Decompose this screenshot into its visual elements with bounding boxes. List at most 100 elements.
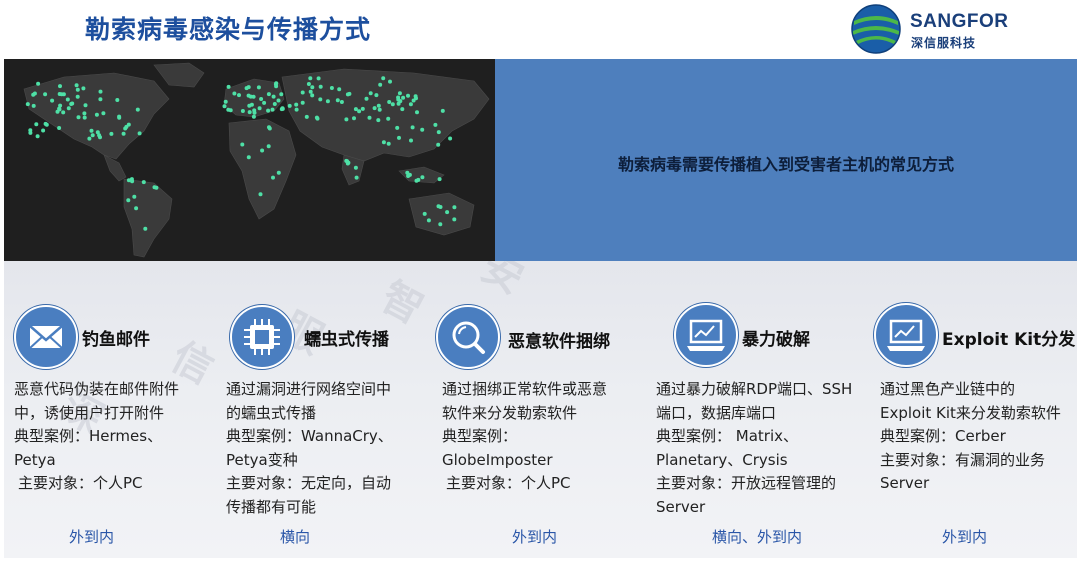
infection-dot [344, 117, 349, 122]
infection-dot [87, 136, 92, 141]
infection-dot [316, 76, 321, 81]
desc-line: Petya [14, 450, 56, 469]
infection-dot [98, 135, 102, 140]
infection-dot [381, 76, 386, 81]
infection-dot [240, 109, 245, 113]
infection-dot [121, 131, 126, 136]
method-title: 蠕虫式传播 [304, 330, 389, 350]
desc-line: 典型案例： [442, 427, 518, 445]
monitor-chart-icon [674, 303, 738, 367]
method-title: 恶意软件捆绑 [508, 332, 610, 352]
desc-line: Server [880, 474, 930, 492]
infection-dot [246, 93, 251, 98]
intro-panel: 勒索病毒需要传播植入到受害者主机的常见方式 [495, 59, 1077, 261]
method-description: 通过暴力破解RDP端口、SSH 端口，数据库端口 典型案例： Matrix、 P… [656, 378, 871, 519]
infection-dot [440, 108, 445, 113]
infection-dot [82, 111, 87, 116]
infection-dot [267, 126, 272, 131]
desc-line: 典型案例：Hermes、 [14, 427, 163, 445]
desc-line: 典型案例：WannaCry、 [226, 427, 393, 445]
infection-dot [83, 103, 88, 108]
infection-dot [396, 95, 401, 100]
infection-dot [347, 91, 352, 96]
infection-dot [420, 127, 425, 132]
desc-line: 恶意代码伪装在邮件附件 [14, 380, 180, 398]
infection-dot [223, 99, 228, 104]
infection-dot [90, 133, 95, 138]
infection-dot [433, 122, 438, 127]
monitor-chart-icon [874, 303, 938, 367]
infection-dot [222, 104, 227, 109]
infection-dot [413, 94, 418, 99]
desc-line: Planetary、Crysis [656, 450, 788, 469]
magnifier-icon [436, 305, 500, 369]
infection-dot [436, 142, 441, 147]
infection-dot [354, 175, 359, 180]
infection-dot [353, 165, 358, 170]
infection-dot [270, 107, 275, 112]
infection-dot [386, 116, 391, 121]
infection-dot [237, 93, 241, 98]
infection-dot [135, 107, 140, 112]
infection-dot [386, 141, 391, 146]
infection-dot [66, 106, 71, 111]
method-title: 暴力破解 [742, 330, 810, 350]
infection-dot [58, 103, 63, 108]
infection-dot [436, 204, 441, 209]
infection-dot [32, 91, 37, 96]
infection-dot [251, 114, 256, 119]
infection-dot [50, 98, 55, 103]
world-map [4, 59, 495, 261]
infection-dot [436, 130, 441, 135]
infection-dot [409, 138, 413, 143]
infection-dot [406, 93, 410, 98]
infection-dot [376, 103, 381, 108]
infection-dot [401, 95, 406, 100]
infection-dot [117, 115, 122, 120]
infection-dot [300, 100, 305, 105]
infection-dot [70, 101, 75, 106]
infection-dot [94, 112, 99, 117]
infection-dot [124, 124, 129, 129]
intro-text: 勒索病毒需要传播植入到受害者主机的常见方式 [617, 155, 954, 174]
desc-line: 中，诱使用户打开附件 [14, 403, 165, 422]
infection-dot [271, 175, 275, 180]
method-description: 通过捆绑正常软件或恶意 软件来分发勒索软件 典型案例： GlobeImposte… [442, 378, 657, 496]
infection-dot [397, 91, 402, 96]
direction-label: 横向、外到内 [712, 528, 803, 546]
infection-dot [314, 115, 319, 120]
infection-dot [304, 114, 309, 119]
infection-dot [115, 98, 120, 102]
globe-logo-icon [851, 4, 901, 54]
infection-dot [141, 180, 146, 185]
infection-dot [406, 174, 411, 178]
method-description: 通过漏洞进行网络空间中 的蠕虫式传播 典型案例：WannaCry、 Petya变… [226, 378, 441, 519]
infection-dot [59, 92, 64, 97]
direction-label: 外到内 [69, 528, 115, 546]
desc-line: 软件来分发勒索软件 [442, 403, 578, 422]
infection-dot [452, 217, 457, 222]
infection-dot [271, 94, 276, 99]
infection-dot [445, 210, 450, 215]
logo-subtitle: 深信服科技 [911, 36, 977, 50]
infection-dot [388, 79, 392, 84]
infection-dot [335, 98, 340, 103]
infection-dot [415, 110, 419, 115]
infection-dot [34, 122, 39, 127]
infection-dot [266, 92, 271, 97]
direction-label: 外到内 [512, 528, 558, 546]
infection-dot [246, 85, 251, 90]
infection-dot [378, 82, 383, 87]
infection-dot [259, 97, 264, 101]
infection-dot [276, 98, 281, 103]
infection-dot [287, 103, 292, 108]
infection-dot [376, 118, 381, 123]
infection-dot [395, 125, 400, 130]
infection-dot [329, 86, 334, 90]
infection-dot [43, 92, 48, 97]
infection-dot [76, 115, 81, 120]
desc-line: 典型案例： Matrix、 [656, 427, 798, 445]
infection-dot [308, 89, 313, 94]
infection-dot [262, 100, 267, 105]
infection-dot [129, 177, 134, 182]
